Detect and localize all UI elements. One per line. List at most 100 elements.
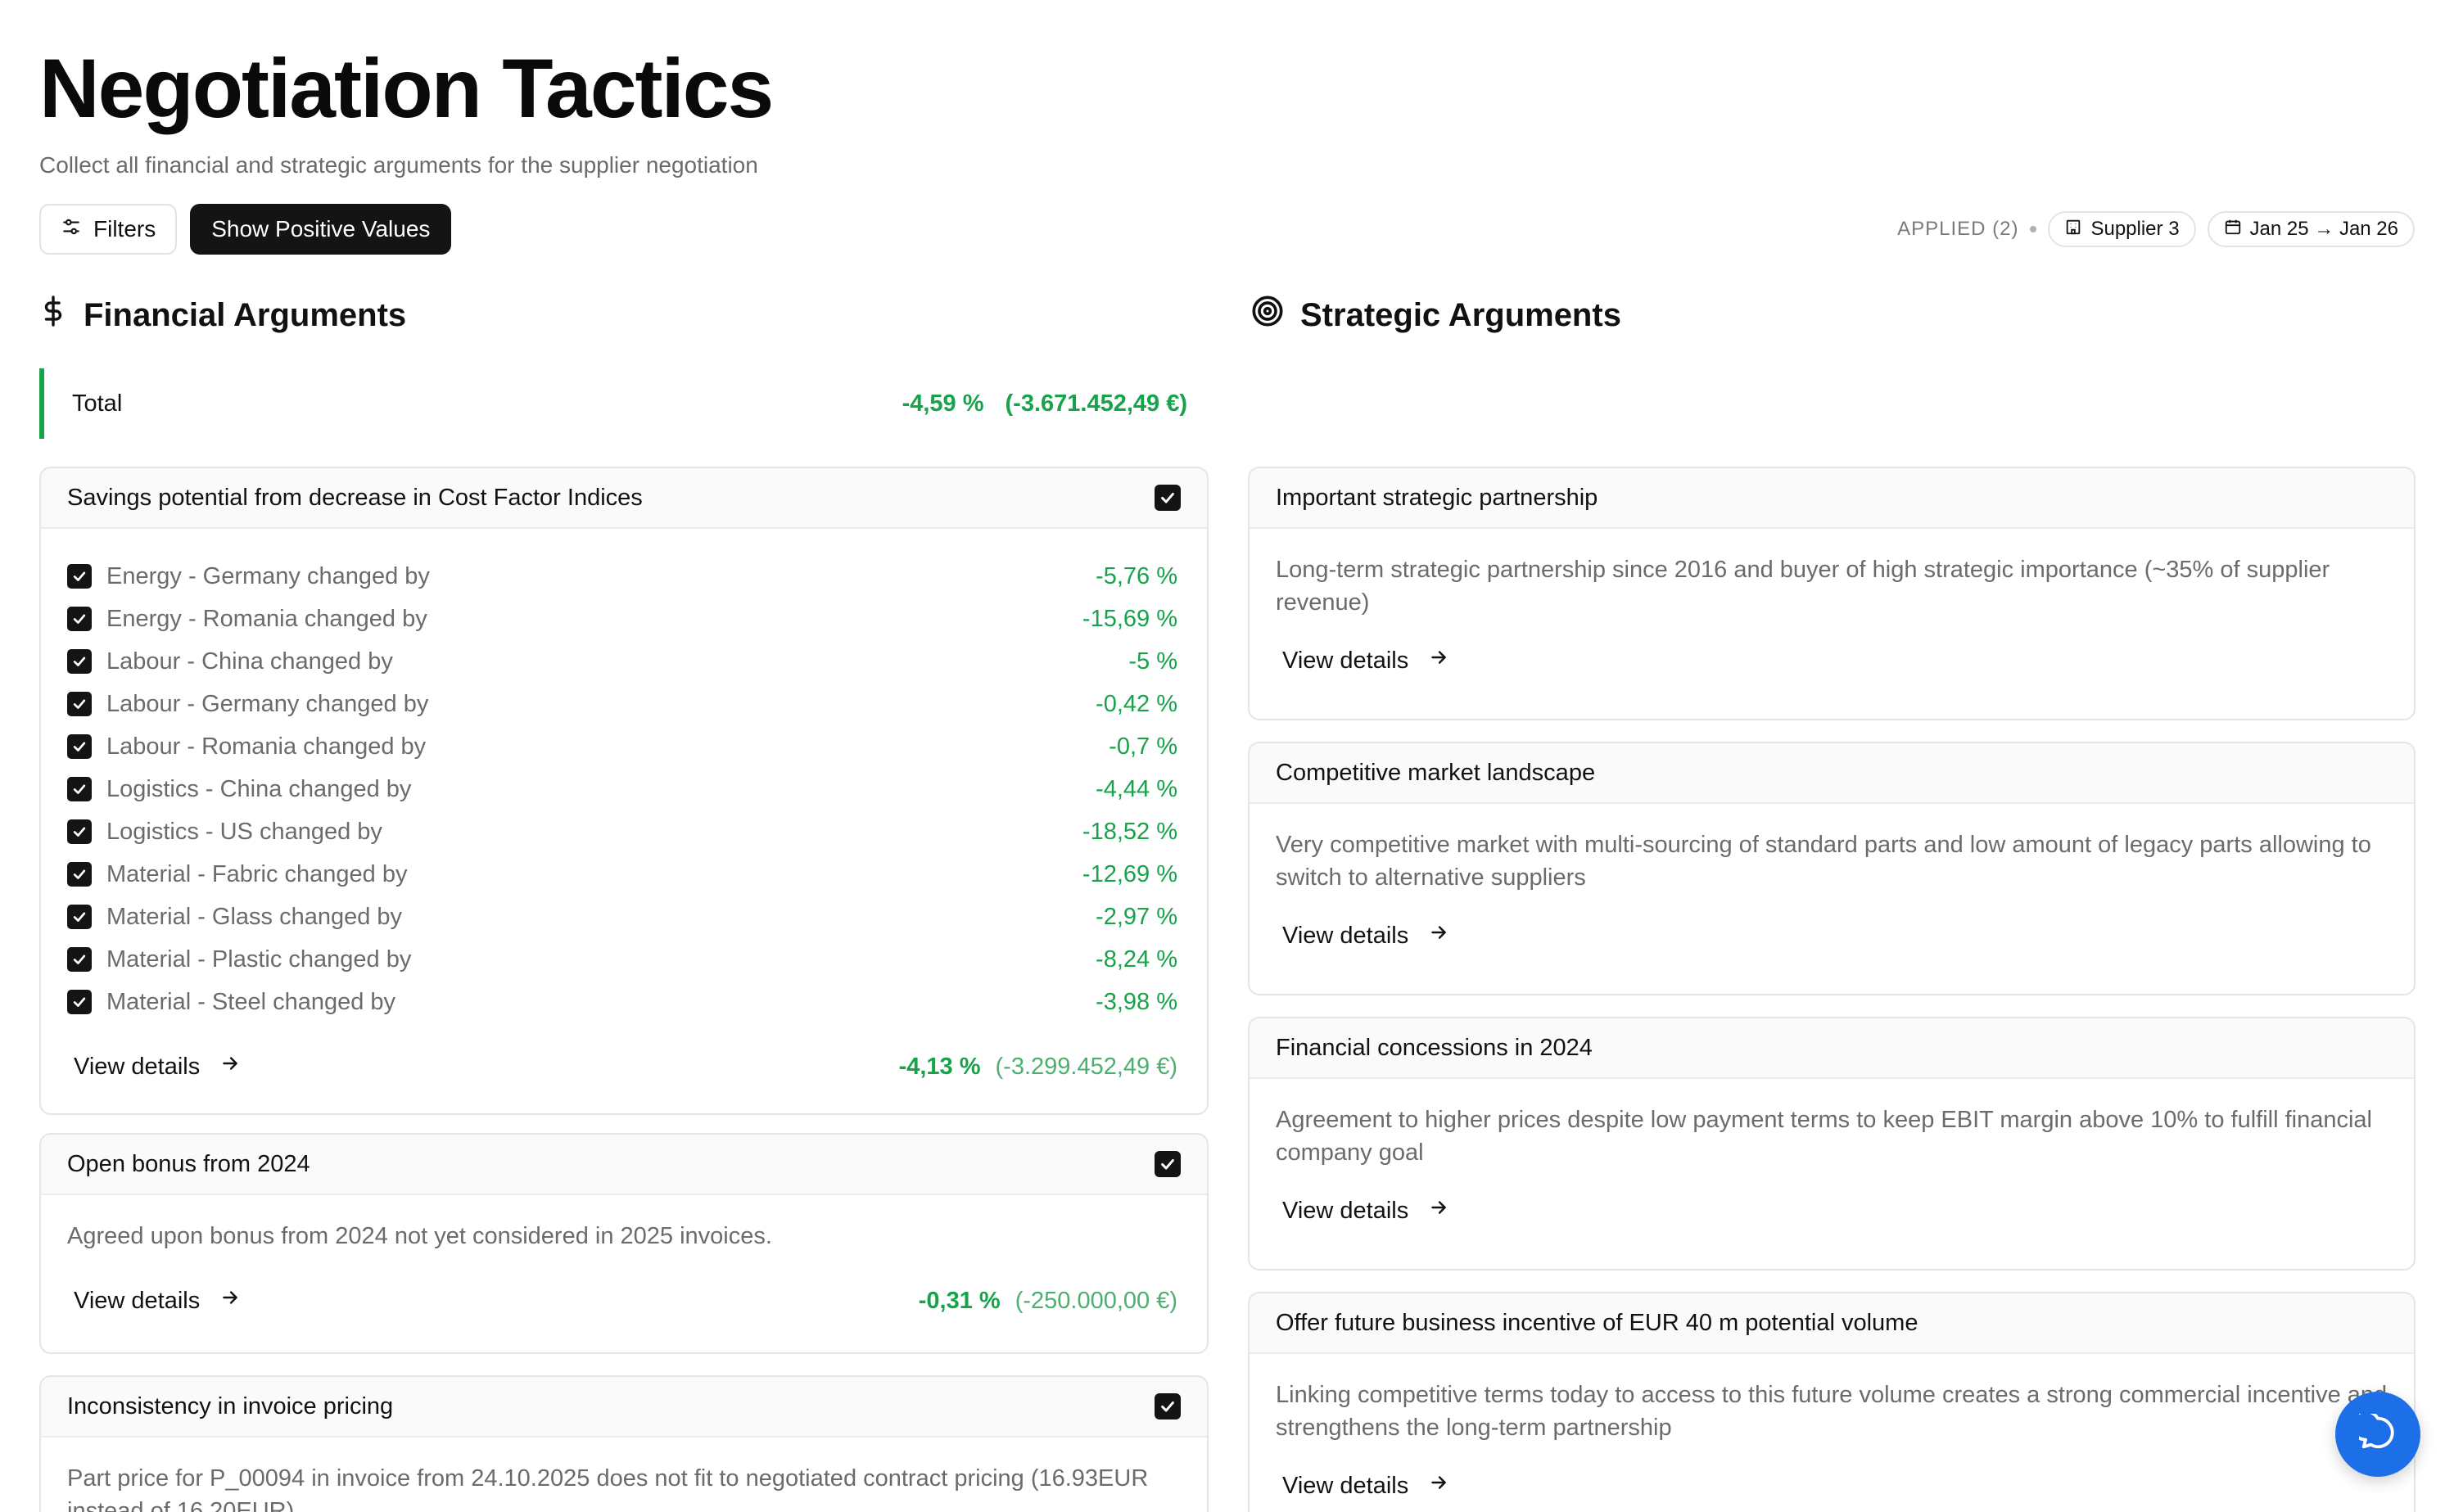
item-value: -3,98 % bbox=[1096, 988, 1177, 1015]
list-item: Material - Fabric changed by -12,69 % bbox=[67, 853, 1177, 896]
card-title: Open bonus from 2024 bbox=[67, 1150, 310, 1177]
strategic-card-market-landscape: Competitive market landscape Very compet… bbox=[1248, 742, 2416, 995]
card-footer: View details -4,13 % (-3.299.452,49 €) bbox=[41, 1053, 1207, 1081]
item-label: Material - Steel changed by bbox=[106, 988, 396, 1015]
card-savings: -0,31 % (-250.000,00 €) bbox=[919, 1288, 1177, 1315]
list-item: Logistics - China changed by -4,44 % bbox=[67, 768, 1177, 810]
item-checkbox[interactable] bbox=[67, 649, 92, 674]
item-value: -5,76 % bbox=[1096, 562, 1177, 589]
date-chip-label: Jan 25 → Jan 26 bbox=[2249, 218, 2398, 240]
list-item: Energy - Germany changed by -5,76 % bbox=[67, 555, 1177, 598]
sliders-icon bbox=[61, 216, 82, 243]
item-checkbox[interactable] bbox=[67, 692, 92, 716]
item-checkbox[interactable] bbox=[67, 777, 92, 801]
strategic-section-title: Strategic Arguments bbox=[1251, 295, 1621, 336]
view-details-button[interactable]: View details bbox=[74, 1053, 241, 1081]
card-checkbox[interactable] bbox=[1155, 485, 1181, 511]
filters-button[interactable]: Filters bbox=[39, 204, 178, 255]
separator-dot bbox=[2030, 226, 2037, 232]
view-details-label: View details bbox=[1282, 922, 1409, 949]
card-description: Part price for P_00094 in invoice from 2… bbox=[67, 1465, 1149, 1512]
show-positive-values-button[interactable]: Show Positive Values bbox=[190, 204, 452, 255]
card-header: Savings potential from decrease in Cost … bbox=[41, 468, 1207, 529]
item-checkbox[interactable] bbox=[67, 734, 92, 759]
item-label: Labour - China changed by bbox=[106, 648, 393, 675]
total-values: -4,59 % (-3.671.452,49 €) bbox=[902, 390, 1187, 417]
item-value: -8,24 % bbox=[1096, 946, 1177, 973]
supplier-chip-label: Supplier 3 bbox=[2090, 218, 2180, 240]
item-label: Logistics - US changed by bbox=[106, 818, 382, 845]
view-details-button[interactable]: View details bbox=[74, 1287, 241, 1315]
item-checkbox[interactable] bbox=[67, 905, 92, 929]
card-checkbox[interactable] bbox=[1155, 1151, 1181, 1177]
view-details-label: View details bbox=[74, 1287, 201, 1314]
card-header: Financial concessions in 2024 bbox=[1250, 1018, 2414, 1079]
view-details-label: View details bbox=[1282, 1472, 1409, 1499]
financial-card-invoice-inconsistency: Inconsistency in invoice pricing Part pr… bbox=[39, 1375, 1209, 1512]
total-eur: (-3.671.452,49 €) bbox=[1005, 390, 1187, 417]
view-details-label: View details bbox=[74, 1053, 201, 1080]
card-description: Very competitive market with multi-sourc… bbox=[1276, 832, 2371, 891]
item-value: -5 % bbox=[1128, 648, 1177, 675]
item-value: -2,97 % bbox=[1096, 903, 1177, 930]
item-label: Material - Fabric changed by bbox=[106, 860, 408, 887]
strategic-card-future-business: Offer future business incentive of EUR 4… bbox=[1248, 1292, 2416, 1512]
item-checkbox[interactable] bbox=[67, 564, 92, 589]
savings-eur: (-250.000,00 €) bbox=[1015, 1287, 1177, 1314]
item-checkbox[interactable] bbox=[67, 862, 92, 887]
list-item: Material - Steel changed by -3,98 % bbox=[67, 981, 1177, 1023]
card-footer: View details bbox=[1250, 922, 2414, 950]
card-title: Financial concessions in 2024 bbox=[1276, 1034, 1593, 1061]
date-range-chip[interactable]: Jan 25 → Jan 26 bbox=[2207, 211, 2415, 247]
item-checkbox[interactable] bbox=[67, 947, 92, 972]
list-item: Logistics - US changed by -18,52 % bbox=[67, 810, 1177, 853]
card-footer: View details bbox=[1250, 1472, 2414, 1500]
page-title: Negotiation Tactics bbox=[39, 42, 774, 135]
item-label: Material - Plastic changed by bbox=[106, 946, 412, 973]
savings-eur: (-3.299.452,49 €) bbox=[995, 1053, 1177, 1080]
card-title: Offer future business incentive of EUR 4… bbox=[1276, 1309, 1918, 1336]
chat-button[interactable] bbox=[2335, 1392, 2420, 1477]
view-details-button[interactable]: View details bbox=[1282, 1197, 1449, 1225]
card-title: Inconsistency in invoice pricing bbox=[67, 1392, 394, 1419]
list-item: Material - Plastic changed by -8,24 % bbox=[67, 938, 1177, 981]
card-header: Competitive market landscape bbox=[1250, 743, 2414, 804]
item-label: Energy - Romania changed by bbox=[106, 605, 427, 632]
card-header: Offer future business incentive of EUR 4… bbox=[1250, 1293, 2414, 1354]
financial-card-open-bonus: Open bonus from 2024 Agreed upon bonus f… bbox=[39, 1133, 1209, 1354]
strategic-title-text: Strategic Arguments bbox=[1300, 296, 1621, 333]
arrow-right-icon bbox=[219, 1287, 241, 1315]
card-header: Open bonus from 2024 bbox=[41, 1135, 1207, 1195]
card-footer: View details -0,31 % (-250.000,00 €) bbox=[41, 1287, 1207, 1315]
arrow-right-icon bbox=[1428, 1472, 1449, 1500]
target-icon bbox=[1251, 295, 1284, 336]
card-checkbox[interactable] bbox=[1155, 1393, 1181, 1419]
view-details-button[interactable]: View details bbox=[1282, 1472, 1449, 1500]
card-description: Linking competitive terms today to acces… bbox=[1276, 1382, 2388, 1441]
item-value: -15,69 % bbox=[1082, 605, 1177, 632]
strategic-card-financial-concessions: Financial concessions in 2024 Agreement … bbox=[1248, 1017, 2416, 1271]
list-item: Labour - China changed by -5 % bbox=[67, 640, 1177, 683]
item-value: -12,69 % bbox=[1082, 860, 1177, 887]
view-details-button[interactable]: View details bbox=[1282, 647, 1449, 675]
list-item: Labour - Germany changed by -0,42 % bbox=[67, 683, 1177, 725]
supplier-filter-chip[interactable]: Supplier 3 bbox=[2048, 211, 2196, 247]
list-item: Material - Glass changed by -2,97 % bbox=[67, 896, 1177, 938]
card-title: Important strategic partnership bbox=[1276, 484, 1598, 511]
strategic-card-partnership: Important strategic partnership Long-ter… bbox=[1248, 467, 2416, 720]
item-checkbox[interactable] bbox=[67, 819, 92, 844]
item-checkbox[interactable] bbox=[67, 990, 92, 1014]
arrow-right-icon bbox=[1428, 922, 1449, 950]
view-details-button[interactable]: View details bbox=[1282, 922, 1449, 950]
item-label: Logistics - China changed by bbox=[106, 775, 412, 802]
item-value: -18,52 % bbox=[1082, 818, 1177, 845]
toolbar: Filters Show Positive Values bbox=[39, 204, 452, 255]
item-label: Material - Glass changed by bbox=[106, 903, 403, 930]
filters-label: Filters bbox=[93, 216, 156, 241]
item-checkbox[interactable] bbox=[67, 607, 92, 631]
card-title: Savings potential from decrease in Cost … bbox=[67, 484, 643, 511]
list-item: Labour - Romania changed by -0,7 % bbox=[67, 725, 1177, 768]
page-subtitle: Collect all financial and strategic argu… bbox=[39, 152, 758, 178]
card-header: Important strategic partnership bbox=[1250, 468, 2414, 529]
card-footer: View details bbox=[1250, 1197, 2414, 1225]
